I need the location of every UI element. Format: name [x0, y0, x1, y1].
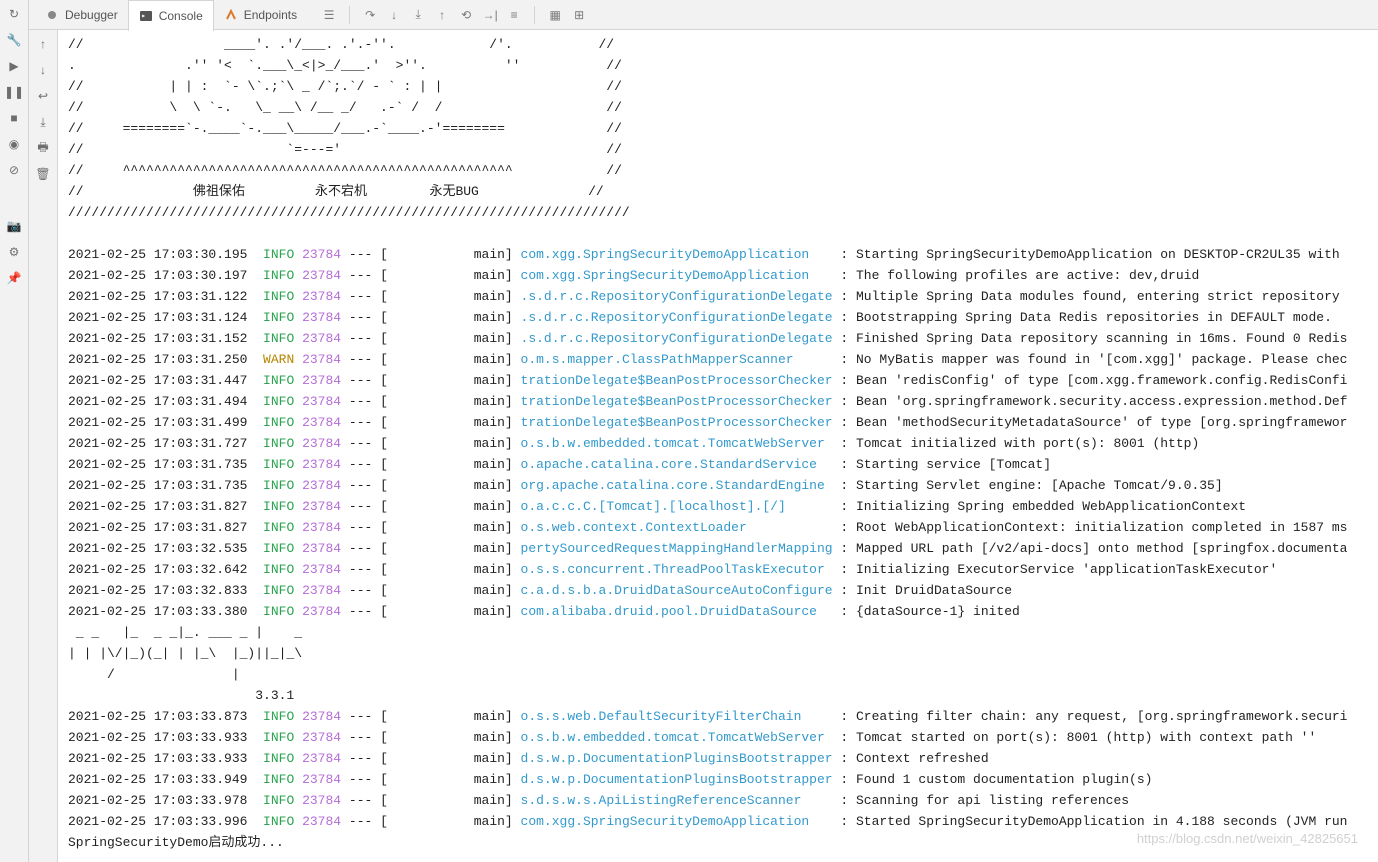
mute-breakpoints-icon[interactable]: ⊘ — [6, 162, 22, 178]
settings-grid-icon[interactable]: ⊞ — [571, 7, 587, 23]
rerun-icon[interactable]: ↻ — [6, 6, 22, 22]
scroll-up-icon[interactable]: ↑ — [35, 36, 51, 52]
pause-icon[interactable]: ❚❚ — [6, 84, 22, 100]
camera-icon[interactable]: 📷 — [6, 218, 22, 234]
console-output[interactable]: // ____'. .'/___. .'.-''. /'. // . .'' '… — [58, 30, 1378, 862]
step-out-icon[interactable]: ↑ — [434, 7, 450, 23]
tool-window-tabbar: Debugger Console Endpoints ☰ ↷ ↓ ⤓ ↑ ⟲ →… — [29, 0, 1378, 30]
left-gutter-2: ↑ ↓ ↩ ⤓ 🖶 🗑 — [29, 30, 58, 862]
tab-label: Endpoints — [244, 8, 297, 22]
run-to-cursor-icon[interactable]: →| — [482, 7, 498, 23]
separator — [534, 6, 535, 24]
endpoints-icon — [224, 8, 238, 22]
resume-icon[interactable]: ▶ — [6, 58, 22, 74]
tab-console[interactable]: Console — [128, 0, 214, 31]
clear-all-icon[interactable]: 🗑 — [35, 166, 51, 182]
pin-icon[interactable]: 📌 — [6, 270, 22, 286]
tab-endpoints[interactable]: Endpoints — [214, 0, 307, 30]
scroll-down-icon[interactable]: ↓ — [35, 62, 51, 78]
bug-icon — [45, 8, 59, 22]
print-icon[interactable]: 🖶 — [35, 140, 51, 156]
watermark: https://blog.csdn.net/weixin_42825651 — [1137, 831, 1358, 846]
grid-icon[interactable]: ▦ — [547, 7, 563, 23]
step-into-icon[interactable]: ↓ — [386, 7, 402, 23]
modify-run-icon[interactable]: 🔧 — [6, 32, 22, 48]
separator — [349, 6, 350, 24]
tab-debugger[interactable]: Debugger — [35, 0, 128, 30]
drop-frame-icon[interactable]: ⟲ — [458, 7, 474, 23]
soft-wrap-icon[interactable]: ↩ — [35, 88, 51, 104]
scroll-to-end-icon[interactable]: ⤓ — [35, 114, 51, 130]
evaluate-icon[interactable]: ≡ — [506, 7, 522, 23]
tab-label: Console — [159, 9, 203, 23]
left-gutter-1: ↻ 🔧 ▶ ❚❚ ■ ◉ ⊘ 📷 ⚙ 📌 — [0, 0, 29, 862]
step-over-icon[interactable]: ↷ — [362, 7, 378, 23]
layout-icon[interactable]: ☰ — [321, 7, 337, 23]
console-icon — [139, 9, 153, 23]
toolbar-icons: ☰ ↷ ↓ ⤓ ↑ ⟲ →| ≡ ▦ ⊞ — [321, 6, 587, 24]
stop-icon[interactable]: ■ — [6, 110, 22, 126]
view-breakpoints-icon[interactable]: ◉ — [6, 136, 22, 152]
tab-label: Debugger — [65, 8, 118, 22]
settings-icon[interactable]: ⚙ — [6, 244, 22, 260]
force-step-into-icon[interactable]: ⤓ — [410, 7, 426, 23]
console-text: // ____'. .'/___. .'.-''. /'. // . .'' '… — [68, 34, 1368, 853]
